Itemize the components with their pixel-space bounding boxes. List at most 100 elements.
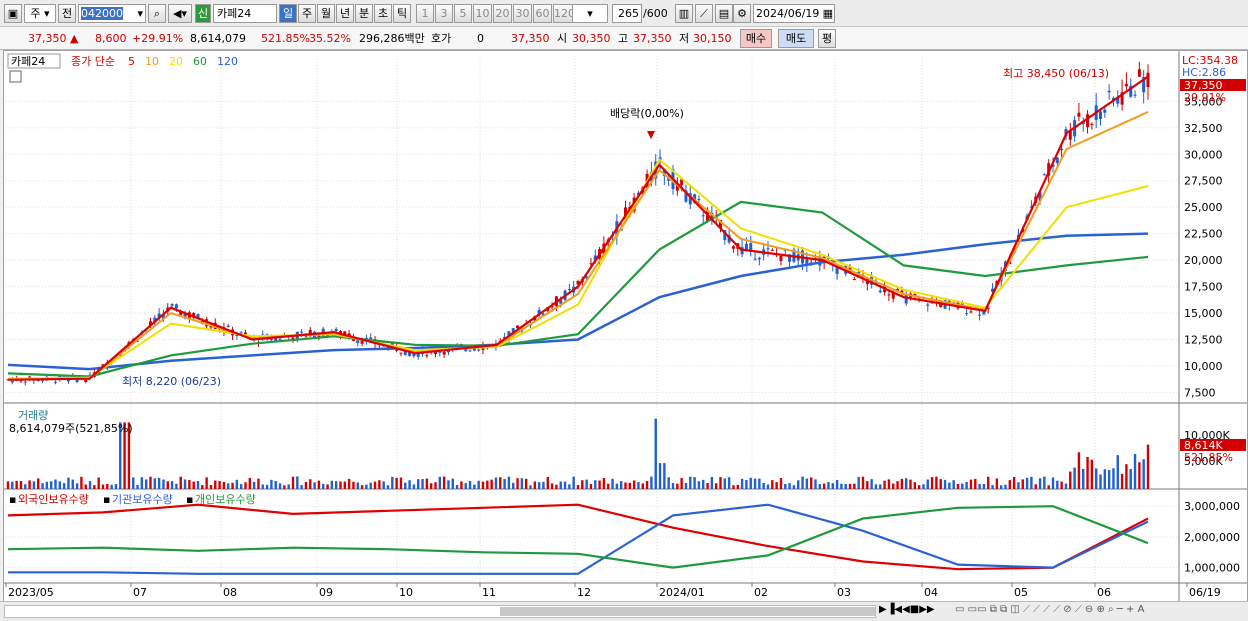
volume-bar: [227, 483, 230, 489]
minute-tab-1[interactable]: 1: [416, 4, 434, 23]
period-tab-5[interactable]: 초: [374, 4, 392, 23]
ma-period-label: 120: [217, 55, 238, 68]
current-price-value: 37,350: [28, 32, 67, 45]
data-count-input[interactable]: 265: [612, 4, 642, 23]
last-pct-label: 29.91%: [1184, 91, 1226, 104]
x-tick-label: 07: [133, 586, 147, 599]
speaker-icon[interactable]: ◀▾: [168, 4, 192, 23]
calendar-icon[interactable]: ▦: [823, 5, 833, 22]
chart-area[interactable]: 2023/05 07 08 09 10 11 12 2024/01 02 03 04 05 06 06/1…: [3, 50, 1248, 602]
volume-bar: [999, 485, 1003, 489]
volume-bar: [283, 485, 286, 489]
volume-bar: [822, 483, 826, 489]
volume-bar: [926, 479, 929, 489]
volume-bar: [179, 476, 182, 489]
volume-bar: [80, 476, 83, 489]
period-mode-select[interactable]: 주 ▾: [24, 4, 56, 23]
sin-badge: 신: [195, 4, 211, 23]
volume-bar: [265, 484, 269, 489]
volume-bar: [1120, 473, 1124, 489]
volume-bar: [572, 476, 575, 489]
open-price: 30,350: [572, 32, 611, 45]
candle-style-icon[interactable]: ▥: [675, 4, 693, 23]
volume-bar: [231, 482, 234, 489]
eval-button[interactable]: 평: [818, 29, 836, 48]
volume-bar: [853, 483, 856, 489]
period-tab-6[interactable]: 틱: [393, 4, 411, 23]
minute-custom-select[interactable]: ▾: [572, 4, 608, 23]
scrollbar-thumb[interactable]: [500, 607, 875, 616]
volume-bar: [252, 481, 256, 489]
volume-bar: [373, 481, 377, 489]
period-tab-4[interactable]: 분: [355, 4, 373, 23]
volume-bar: [1103, 469, 1107, 489]
holding-legend-bullet: ▪: [103, 493, 110, 506]
volume-bar: [274, 481, 277, 489]
volume-bar: [1030, 476, 1033, 489]
search-icon[interactable]: ⌕: [148, 4, 166, 23]
volume-bar: [723, 478, 727, 489]
chart-toolbar: ▣ 주 ▾ 전 042000 ▾ ⌕ ◀▾ 신 카페24 일주월년분초틱 135…: [0, 0, 1248, 27]
minute-tab-10[interactable]: 10: [473, 4, 492, 23]
date-input[interactable]: 2024/06/19 ▦: [753, 4, 835, 23]
volume-bar: [1094, 468, 1098, 489]
period-tab-0[interactable]: 일: [279, 4, 297, 23]
volume-bar: [784, 483, 787, 489]
volume-bar: [563, 481, 567, 489]
zoom-icons[interactable]: ▭ ▭▭ ⧉ ⧉ ◫ ⟋ ⟋ ⟋ ⟋ ⊘ ⟋ ⊖ ⊕ ⌕ ─ + A: [955, 604, 1144, 615]
low-price: 30,150: [693, 32, 732, 45]
minute-tab-3[interactable]: 3: [435, 4, 453, 23]
candle-body: [174, 304, 178, 309]
open-label: 시: [557, 32, 568, 45]
stock-code-input[interactable]: 042000 ▾: [78, 4, 146, 23]
candle-body: [300, 331, 304, 333]
data-count-value: 265: [618, 7, 639, 20]
change-amount: 8,600: [95, 32, 127, 45]
stock-chart-svg[interactable]: 2023/05 07 08 09 10 11 12 2024/01 02 03 04 05 06 06/1…: [4, 51, 1247, 601]
minute-tab-20[interactable]: 20: [493, 4, 512, 23]
volume-bar: [205, 477, 208, 489]
prev-button[interactable]: 전: [58, 4, 76, 23]
candle-body: [477, 349, 481, 351]
stock-name-field[interactable]: 카페24: [213, 4, 277, 23]
volume-bar: [632, 480, 636, 489]
volume-bar: [382, 481, 385, 489]
volume-bar: [650, 476, 653, 489]
candle-body: [1124, 83, 1128, 87]
line-tool-icon[interactable]: ⟋: [695, 4, 713, 23]
sell-button[interactable]: 매도: [778, 29, 814, 48]
save-icon[interactable]: ▤: [715, 4, 733, 23]
volume-bar: [697, 481, 701, 489]
zoom-tools[interactable]: ▭ ▭▭ ⧉ ⧉ ◫ ⟋ ⟋ ⟋ ⟋ ⊘ ⟋ ⊖ ⊕ ⌕ ─ + A: [955, 604, 1245, 618]
period-tab-3[interactable]: 년: [336, 4, 354, 23]
volume-bar: [49, 481, 53, 489]
volume-bar: [369, 482, 372, 489]
period-tab-1[interactable]: 주: [298, 4, 316, 23]
volume-bar: [797, 480, 800, 489]
volume-bar: [974, 478, 977, 489]
scroll-right-icon[interactable]: ▶▐◀◀■▶▶: [879, 604, 935, 615]
chart-scrollbar[interactable]: [4, 605, 876, 618]
volume-bar: [313, 482, 316, 489]
candle-body: [878, 290, 882, 293]
buy-button[interactable]: 매수: [740, 29, 772, 48]
candle-body: [779, 255, 783, 262]
chart-window-icon[interactable]: ▣: [4, 4, 22, 23]
holding-tick-label: 3,000,000: [1184, 500, 1240, 513]
volume-bar: [762, 482, 765, 489]
volume-bar: [835, 480, 839, 489]
minute-tab-5[interactable]: 5: [454, 4, 472, 23]
candle-body: [269, 339, 273, 341]
period-tab-2[interactable]: 월: [317, 4, 335, 23]
x-tick-label: 12: [577, 586, 591, 599]
price-tick-label: 15,000: [1184, 307, 1223, 320]
volume-bar: [425, 478, 429, 489]
minute-tab-60[interactable]: 60: [533, 4, 552, 23]
volume-bar: [110, 484, 113, 489]
settings-gear-icon[interactable]: ⚙: [733, 4, 751, 23]
candle-body: [334, 328, 338, 332]
volume-bar: [512, 482, 515, 489]
volume-bar: [114, 484, 118, 489]
minute-tab-30[interactable]: 30: [513, 4, 532, 23]
volume-last-pct: 521.85%: [1184, 451, 1233, 464]
